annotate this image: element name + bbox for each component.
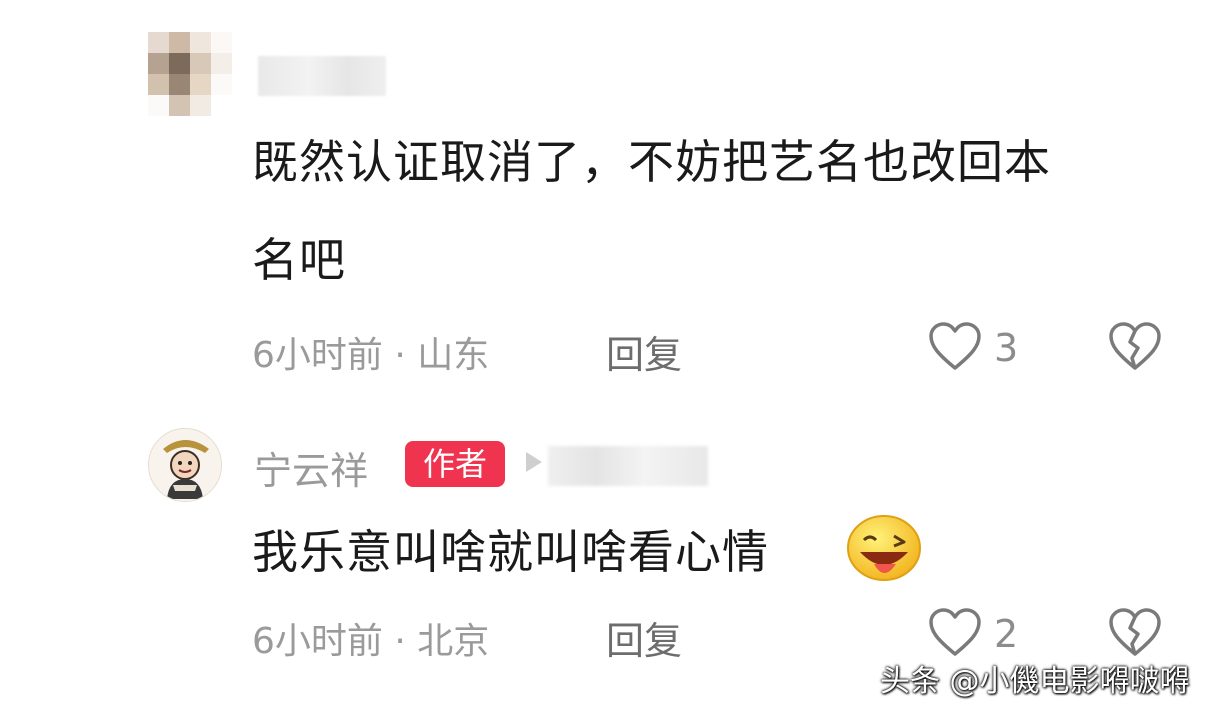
reply-arrow-icon xyxy=(526,452,542,472)
broken-heart-icon xyxy=(1109,608,1161,656)
dislike-button[interactable] xyxy=(1108,322,1162,376)
like-button[interactable] xyxy=(928,322,982,376)
heart-outline-icon xyxy=(929,608,981,656)
reply-button[interactable]: 回复 xyxy=(606,324,682,379)
blurred-avatar[interactable] xyxy=(148,32,232,116)
emoji-icon xyxy=(847,515,921,581)
comment-meta: 6小时前 · 山东 xyxy=(252,335,490,376)
author-name[interactable]: 宁云祥 xyxy=(254,440,368,495)
watermark: 头条 @小僟电影嘚啵嘚 xyxy=(880,664,1190,699)
comment-meta: 6小时前 · 北京 xyxy=(252,621,490,662)
comment-text: 我乐意叫啥就叫啥看心情 xyxy=(252,525,769,579)
dislike-button[interactable] xyxy=(1108,608,1162,662)
like-count: 3 xyxy=(994,326,1019,370)
cartoon-avatar-icon xyxy=(149,429,221,501)
comment-text-line-2: 名吧 xyxy=(252,233,346,287)
reply-button[interactable]: 回复 xyxy=(606,610,682,665)
broken-heart-icon xyxy=(1109,322,1161,370)
winking-tongue-emoji xyxy=(844,512,924,588)
like-button[interactable] xyxy=(928,608,982,662)
comment-text-line-1: 既然认证取消了，不妨把艺名也改回本 xyxy=(252,135,1051,189)
author-avatar[interactable] xyxy=(148,428,222,502)
like-count: 2 xyxy=(994,612,1019,656)
blurred-username[interactable] xyxy=(258,56,386,96)
heart-outline-icon xyxy=(929,322,981,370)
author-badge: 作者 xyxy=(405,441,505,487)
blurred-reply-target[interactable] xyxy=(548,446,708,486)
